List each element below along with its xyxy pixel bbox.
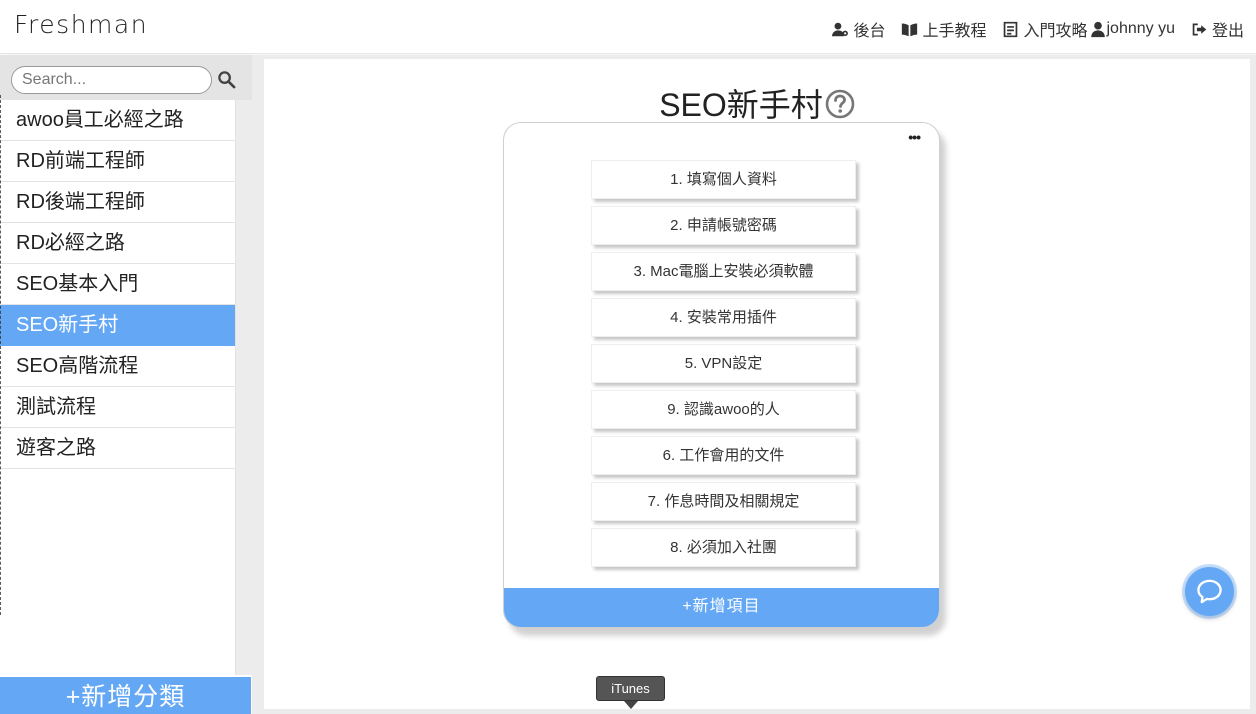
checklist-item[interactable]: 9. 認識awoo的人 [591, 390, 856, 429]
search-icon[interactable] [217, 70, 236, 89]
category-item[interactable]: SEO高階流程 [0, 346, 235, 387]
category-sidebar: awoo員工必經之路 RD前端工程師 RD後端工程師 RD必經之路 SEO基本入… [0, 55, 252, 714]
nav-admin-label: 後台 [853, 23, 886, 40]
checklist-item[interactable]: 5. VPN設定 [591, 344, 856, 383]
category-item[interactable]: RD前端工程師 [0, 141, 235, 182]
more-options-icon[interactable]: ••• [908, 129, 921, 145]
main-area: SEO新手村 ••• 1. 填寫個人資料 2. 申請帳號密碼 3. Mac電腦上… [252, 55, 1256, 714]
checklist-item[interactable]: 2. 申請帳號密碼 [591, 206, 856, 245]
nav-user-label: johnny yu [1106, 20, 1175, 37]
dock-tooltip: iTunes [596, 676, 665, 709]
checklist-items: 1. 填寫個人資料 2. 申請帳號密碼 3. Mac電腦上安裝必須軟體 4. 安… [591, 160, 856, 574]
category-item-active[interactable]: SEO新手村 [0, 305, 235, 346]
checklist-item[interactable]: 3. Mac電腦上安裝必須軟體 [591, 252, 856, 291]
chat-support-button[interactable] [1185, 567, 1234, 616]
search-input[interactable] [11, 66, 212, 94]
top-header: Freshman 後台 上手教程 入門攻略 johnny yu 登出 [0, 0, 1256, 54]
page-title-text: SEO新手村 [659, 87, 823, 123]
nav-guide-label: 入門攻略 [1023, 23, 1088, 40]
user-gear-icon [832, 22, 849, 36]
search-bar [0, 55, 252, 100]
map-guide-icon [1004, 21, 1018, 37]
nav-guide[interactable]: 入門攻略 [1002, 17, 1087, 41]
nav-logout[interactable]: 登出 [1191, 17, 1244, 41]
book-open-icon [902, 23, 918, 36]
category-item[interactable]: 測試流程 [0, 387, 235, 428]
sidebar-scrollbar[interactable] [236, 100, 252, 675]
checklist-item[interactable]: 7. 作息時間及相關規定 [591, 482, 856, 521]
nav-tutorial-label: 上手教程 [922, 23, 987, 40]
category-item[interactable]: 遊客之路 [0, 428, 235, 469]
nav-admin[interactable]: 後台 [832, 17, 885, 41]
chat-bubble-icon [1197, 579, 1222, 604]
checklist-item[interactable]: 6. 工作會用的文件 [591, 436, 856, 475]
category-list: awoo員工必經之路 RD前端工程師 RD後端工程師 RD必經之路 SEO基本入… [0, 100, 236, 675]
category-item[interactable]: RD後端工程師 [0, 182, 235, 223]
add-item-button[interactable]: +新增項目 [504, 588, 939, 627]
top-nav: 後台 上手教程 入門攻略 johnny yu 登出 [816, 17, 1244, 41]
main-panel: SEO新手村 ••• 1. 填寫個人資料 2. 申請帳號密碼 3. Mac電腦上… [264, 59, 1250, 709]
help-question-icon[interactable] [825, 89, 855, 119]
page-title: SEO新手村 [264, 80, 1250, 126]
category-item[interactable]: awoo員工必經之路 [0, 100, 235, 141]
app-logo[interactable]: Freshman [14, 10, 148, 39]
nav-user[interactable]: johnny yu [1091, 20, 1175, 38]
checklist-card: ••• 1. 填寫個人資料 2. 申請帳號密碼 3. Mac電腦上安裝必須軟體 … [503, 122, 940, 628]
checklist-item[interactable]: 1. 填寫個人資料 [591, 160, 856, 199]
category-item[interactable]: SEO基本入門 [0, 264, 235, 305]
add-category-button[interactable]: +新增分類 [0, 677, 251, 714]
nav-logout-label: 登出 [1211, 23, 1244, 40]
sign-out-icon [1192, 23, 1207, 35]
checklist-item[interactable]: 4. 安裝常用插件 [591, 298, 856, 337]
nav-tutorial[interactable]: 上手教程 [901, 17, 986, 41]
checklist-item[interactable]: 8. 必須加入社團 [591, 528, 856, 567]
selection-marquee-edge [0, 95, 2, 615]
user-icon [1091, 21, 1106, 37]
category-item[interactable]: RD必經之路 [0, 223, 235, 264]
